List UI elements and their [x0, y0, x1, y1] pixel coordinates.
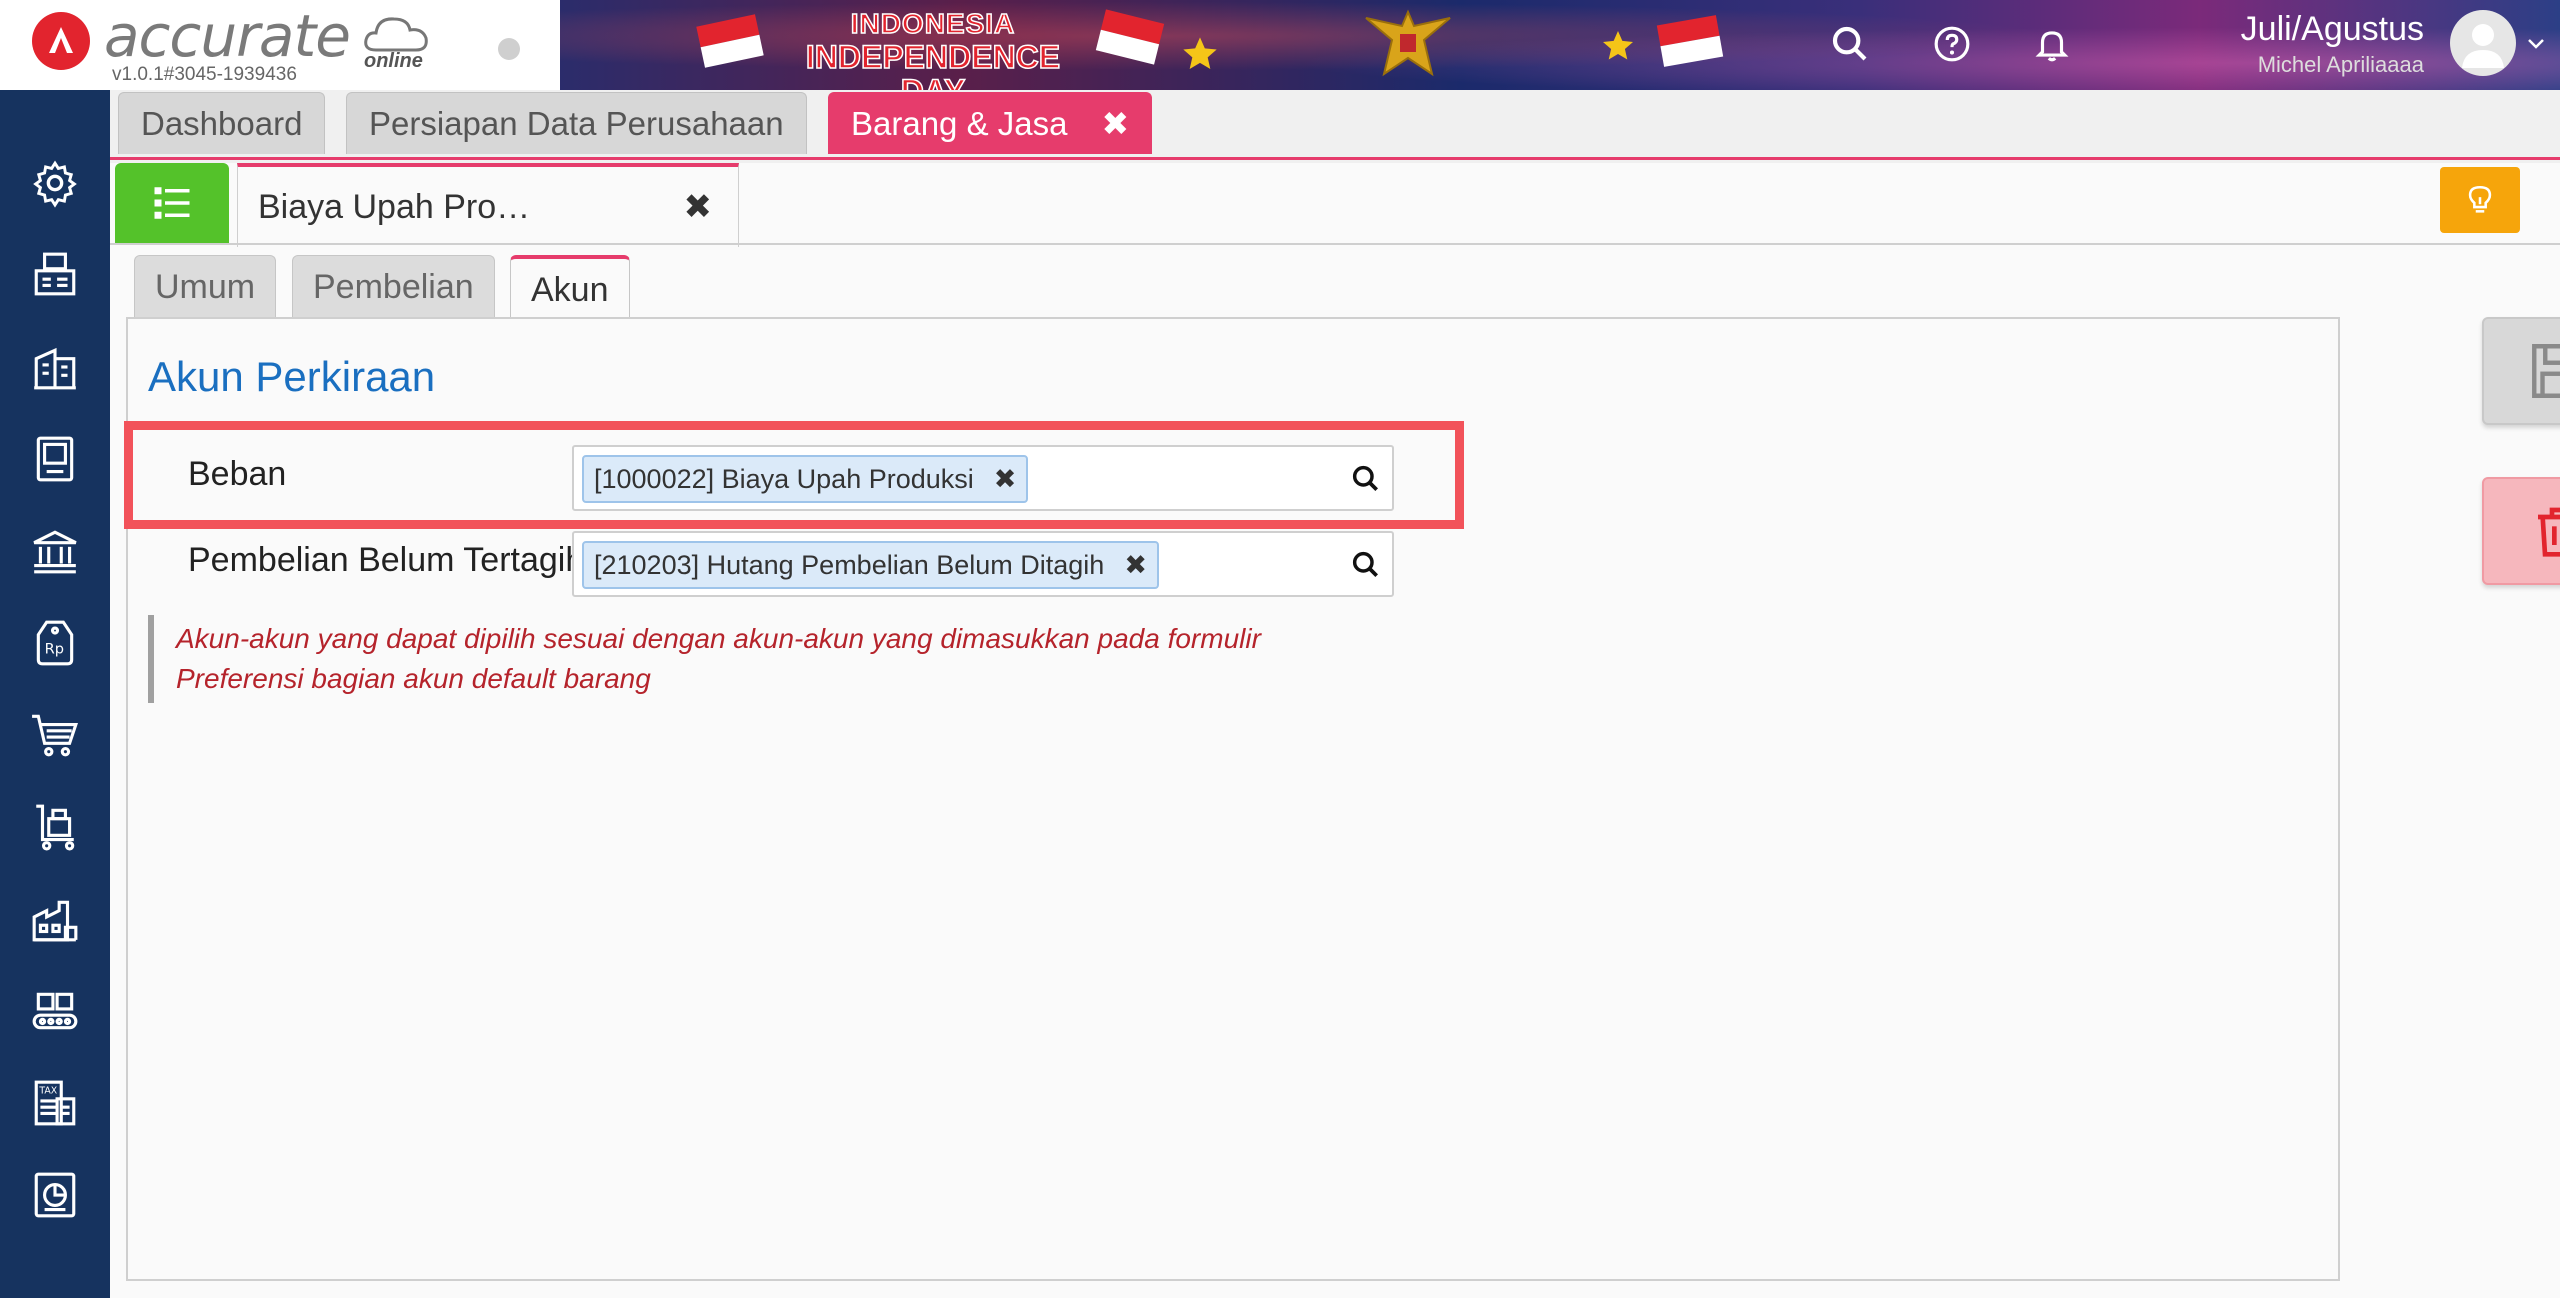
tab-persiapan-data-perusahaan[interactable]: Persiapan Data Perusahaan [346, 92, 807, 154]
tab-dashboard[interactable]: Dashboard [118, 92, 326, 154]
list-icon [154, 187, 190, 219]
status-dot [498, 38, 520, 60]
search-icon[interactable] [1346, 545, 1386, 585]
account-chip: [210203] Hutang Pembelian Belum Ditagih … [582, 541, 1159, 589]
close-icon[interactable]: ✖ [1101, 104, 1129, 143]
dashboard-report-icon[interactable] [26, 1166, 84, 1224]
conveyor-icon[interactable] [26, 982, 84, 1040]
tab-barang-jasa[interactable]: Barang & Jasa ✖ [828, 92, 1153, 154]
user-name: Michel Apriliaaaa [2257, 52, 2424, 77]
sidebar: Rp TAX [0, 90, 110, 1298]
tab-label: Barang & Jasa [851, 104, 1068, 142]
fax-icon[interactable] [26, 246, 84, 304]
highlight-box [124, 421, 1464, 529]
lightbulb-icon [2468, 185, 2492, 213]
pembelian-belum-tertagih-field[interactable]: [210203] Hutang Pembelian Belum Ditagih … [572, 531, 1394, 597]
tab-akun[interactable]: Akun [510, 255, 630, 321]
banner-title: INDONESIA INDEPENDENCE DAY [778, 7, 1088, 90]
factory-icon[interactable] [26, 890, 84, 948]
field-label-pembelian-belum-tertagih: Pembelian Belum Tertagih [188, 541, 572, 579]
tab-label: Dashboard [141, 104, 303, 142]
banner-line-1: INDONESIA [850, 7, 1016, 40]
bank-icon[interactable] [26, 522, 84, 580]
search-icon[interactable] [1828, 22, 1872, 66]
bell-icon[interactable] [2030, 22, 2074, 66]
trolley-icon[interactable] [26, 798, 84, 856]
top-tab-bar: Dashboard Persiapan Data Perusahaan Bara… [110, 90, 2560, 160]
delete-button[interactable] [2482, 477, 2560, 585]
avatar[interactable] [2450, 10, 2516, 76]
chip-text: [210203] Hutang Pembelian Belum Ditagih [594, 549, 1105, 580]
tab-label: Pembelian [313, 268, 474, 306]
info-note: Akun-akun yang dapat dipilih sesuai deng… [148, 615, 1388, 703]
tips-button[interactable] [2440, 167, 2520, 233]
close-icon[interactable]: ✖ [684, 187, 713, 227]
gear-icon[interactable] [26, 154, 84, 212]
document-tab-label: Biaya Upah Pro… [258, 187, 531, 226]
period-label[interactable]: Juli/Agustus [2200, 10, 2424, 49]
logo-subtext: online [364, 50, 423, 72]
app-version: v1.0.1#3045-1939436 [112, 64, 297, 85]
floppy-disk-icon [2532, 344, 2560, 398]
tab-label: Umum [155, 268, 256, 306]
tax-report-icon[interactable]: TAX [26, 1074, 84, 1132]
document-tab[interactable]: Biaya Upah Pro… ✖ [237, 163, 739, 247]
star-icon [1603, 31, 1633, 60]
building-icon[interactable] [26, 338, 84, 396]
price-tag-icon[interactable]: Rp [26, 614, 84, 672]
content-area: Biaya Upah Pro… ✖ Umum Pembelian Akun Ak… [110, 163, 2560, 1298]
star-icon [1183, 37, 1217, 69]
save-button[interactable] [2482, 317, 2560, 425]
account-panel: Akun Perkiraan Beban [1000022] Biaya Upa… [124, 317, 2340, 1281]
svg-text:Rp: Rp [45, 640, 64, 657]
logo-text: accurate [104, 2, 351, 70]
ledger-book-icon[interactable] [26, 430, 84, 488]
banner-line-2: INDEPENDENCE DAY [805, 39, 1061, 90]
svg-text:TAX: TAX [38, 1086, 57, 1097]
tab-pembelian[interactable]: Pembelian [292, 255, 495, 319]
divider [110, 243, 2560, 245]
remove-chip-icon[interactable]: ✖ [1124, 550, 1147, 581]
app-header: accurate online v1.0.1#3045-1939436 INDO… [0, 0, 2560, 90]
tab-label: Akun [531, 270, 609, 309]
list-view-button[interactable] [115, 163, 229, 243]
logo-area: accurate online v1.0.1#3045-1939436 [0, 0, 560, 90]
cloud-icon [364, 17, 428, 52]
shopping-cart-icon[interactable] [26, 706, 84, 764]
tab-label: Persiapan Data Perusahaan [369, 104, 784, 142]
help-icon[interactable] [1930, 22, 1974, 66]
section-title: Akun Perkiraan [148, 353, 436, 400]
accurate-logo-icon [32, 12, 90, 70]
trash-icon [2538, 507, 2560, 557]
garuda-emblem-icon [1365, 9, 1451, 77]
chevron-down-icon[interactable] [2524, 32, 2548, 56]
tab-umum[interactable]: Umum [134, 255, 277, 319]
